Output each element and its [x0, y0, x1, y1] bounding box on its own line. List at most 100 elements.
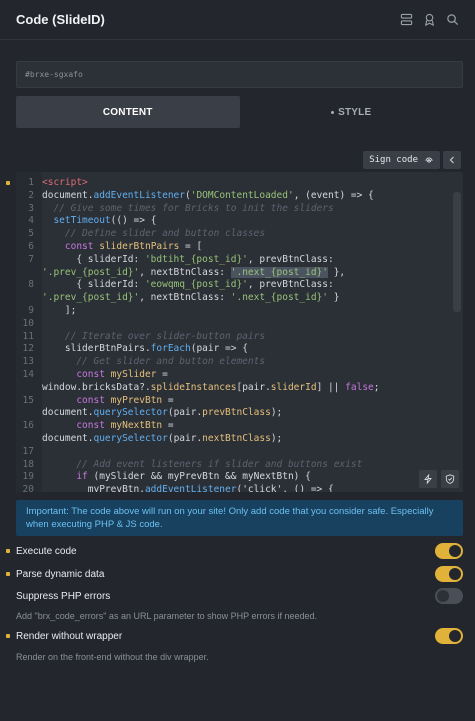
line-number [16, 292, 38, 305]
execute-code-label: Execute code [16, 545, 77, 557]
code-token: forEach [150, 343, 191, 355]
line-code: { sliderId: 'eowqmq_{post_id}', prevBtnC… [38, 279, 334, 292]
code-token: // Get slider and button elements [42, 356, 266, 368]
code-line: 1 <script> [16, 177, 447, 190]
code-line: 2 document.addEventListener('DOMContentLo… [16, 190, 447, 203]
code-line: 18 // Add event listeners if slider and … [16, 459, 447, 472]
render-wrapper-toggle[interactable] [435, 628, 463, 644]
toggle-knob [449, 630, 461, 642]
code-token: // Add event listeners if slider and but… [42, 458, 363, 470]
code-token: const [76, 394, 111, 406]
tab-content[interactable]: CONTENT [16, 96, 240, 128]
code-token: ); [270, 432, 283, 444]
line-number [16, 433, 38, 446]
shield-icon[interactable] [441, 470, 459, 488]
fingerprint-icon [424, 154, 434, 167]
code-token: = [162, 420, 174, 432]
line-code: '.prev_{post_id}', nextBtnClass: '.next_… [38, 266, 345, 280]
line-number: 6 [28, 240, 34, 252]
line-number: 5 [28, 228, 34, 240]
line-number: 3 [28, 202, 34, 214]
code-token: (mySlider && myPrevBtn && myNextBtn) { [93, 471, 311, 483]
toggle-knob [437, 590, 449, 602]
header-icons [399, 13, 459, 27]
execute-code-toggle[interactable] [435, 543, 463, 559]
parse-dynamic-label: Parse dynamic data [16, 568, 105, 580]
code-line: 16 const myNextBtn = [16, 420, 447, 433]
code-line: '.prev_{post_id}', nextBtnClass: '.next_… [16, 292, 447, 305]
code-line: '.prev_{post_id}', nextBtnClass: '.next_… [16, 266, 447, 280]
line-code: document.querySelector(pair.nextBtnClass… [38, 433, 282, 446]
line-number: 1 [28, 177, 34, 188]
code-token: addEventListener [144, 484, 237, 492]
setting-render-without-wrapper: Render without wrapper [16, 628, 463, 644]
code-line: 4 setTimeout(() => { [16, 215, 447, 228]
code-token: 'DOMContentLoaded' [190, 189, 294, 201]
line-number: 9 [28, 304, 34, 316]
code-line: 9 ]; [16, 305, 447, 318]
toggle-knob [449, 568, 461, 580]
code-token: '.next_{post_id}' [230, 266, 328, 278]
line-code: <script> [38, 177, 88, 190]
code-line: 17 [16, 446, 447, 459]
render-wrapper-description: Render on the front-end without the div … [16, 652, 209, 662]
tab-bar: CONTENT STYLE [16, 96, 463, 128]
line-code: const mySlider = [38, 369, 168, 382]
suppress-php-description: Add "brx_code_errors" as an URL paramete… [16, 611, 318, 621]
line-code: // Give some times for Bricks to init th… [38, 203, 333, 216]
code-token: ); [270, 407, 283, 419]
render-wrapper-label: Render without wrapper [16, 630, 123, 642]
sign-code-button[interactable]: Sign code [363, 151, 440, 169]
code-token: 'eowqmq_{post_id}' [144, 279, 248, 291]
bolt-icon[interactable] [419, 470, 437, 488]
line-code: { sliderId: 'bdtiht_{post_id}', prevBtnC… [38, 253, 334, 267]
search-icon[interactable] [445, 13, 459, 27]
code-token: // Define slider and button classes [42, 228, 266, 240]
collapse-button[interactable] [443, 151, 461, 169]
code-content[interactable]: 1 <script> 2 document.addEventListener('DOM… [16, 177, 447, 492]
render-wrapper-marker [6, 634, 10, 638]
line-code: '.prev_{post_id}', nextBtnClass: '.next_… [38, 292, 339, 305]
code-token: const [64, 240, 100, 252]
tab-style-dot [331, 110, 335, 114]
code-token: = [162, 394, 174, 406]
code-token: } [327, 292, 340, 304]
panel-header: Code (SlideID) [0, 0, 475, 40]
element-id-field[interactable]: #brxe-sgxafo [16, 61, 463, 88]
line-number [16, 267, 38, 280]
tab-style[interactable]: STYLE [239, 96, 463, 128]
line-code: const myPrevBtn = [38, 394, 174, 408]
line-number: 20 [22, 484, 34, 492]
code-changed-marker [6, 181, 10, 185]
sign-code-row: Sign code [363, 151, 461, 169]
editor-scrollbar[interactable] [453, 192, 461, 312]
code-token: , prevBtnClass: [247, 279, 334, 291]
code-token: false [345, 381, 374, 393]
line-number: 8 [28, 279, 34, 291]
layers-icon[interactable] [399, 13, 413, 27]
code-token: setTimeout [53, 215, 111, 227]
code-token: = [156, 368, 168, 380]
suppress-php-toggle[interactable] [435, 588, 463, 604]
code-line: 11 // Iterate over slider-button pairs [16, 331, 447, 344]
editor-tools [419, 470, 459, 488]
line-code: window.bricksData?.splideInstances[pair.… [38, 382, 380, 395]
code-token: , nextBtnClass: [139, 266, 231, 278]
code-token: '.next_{post_id}' [230, 292, 328, 304]
line-code: // Add event listeners if slider and but… [38, 459, 362, 472]
code-token: , prevBtnClass: [247, 253, 334, 265]
code-line: document.querySelector(pair.nextBtnClass… [16, 433, 447, 446]
pin-icon[interactable] [422, 13, 436, 27]
code-editor[interactable]: 1 <script> 2 document.addEventListener('DOM… [16, 172, 463, 492]
parse-dynamic-toggle[interactable] [435, 566, 463, 582]
line-code: // Define slider and button classes [38, 228, 265, 241]
code-token: prevBtnClass [202, 407, 271, 419]
code-token: (() => { [110, 215, 157, 227]
code-line: 7 { sliderId: 'bdtiht_{post_id}', prevBt… [16, 254, 447, 267]
code-line: 3 // Give some times for Bricks to init … [16, 203, 447, 216]
